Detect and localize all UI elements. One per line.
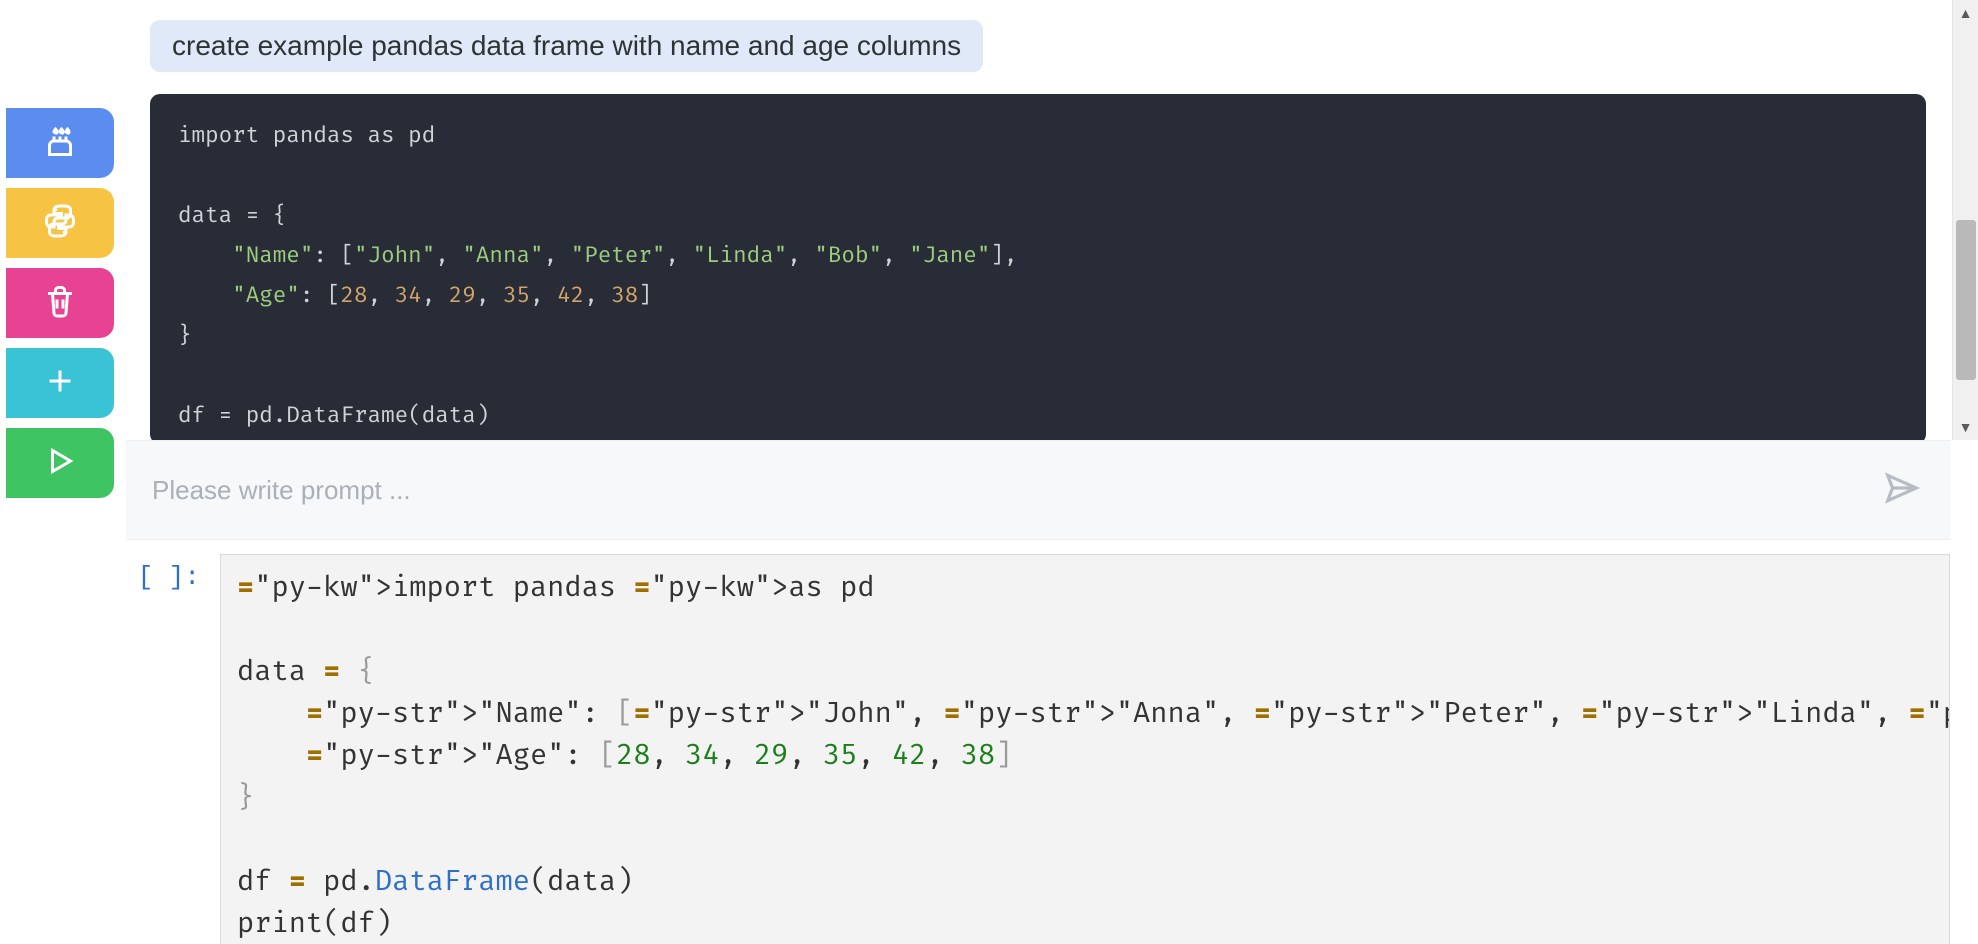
add-button[interactable] bbox=[6, 348, 114, 418]
action-button-column bbox=[6, 108, 114, 498]
assistant-code-response[interactable]: import pandas as pd data = { "Name": ["J… bbox=[150, 94, 1926, 440]
python-icon bbox=[42, 203, 78, 244]
cake-icon bbox=[42, 123, 78, 164]
scroll-thumb[interactable] bbox=[1956, 220, 1976, 380]
scroll-down-arrow[interactable]: ▼ bbox=[1953, 414, 1978, 440]
scrollbar[interactable]: ▲ ▼ bbox=[1952, 0, 1978, 440]
execution-count: [ ]: bbox=[126, 554, 220, 944]
send-button[interactable] bbox=[1880, 468, 1924, 512]
play-icon bbox=[42, 443, 78, 484]
chat-history: create example pandas data frame with na… bbox=[126, 0, 1950, 440]
send-icon bbox=[1883, 469, 1921, 512]
delete-button[interactable] bbox=[6, 268, 114, 338]
prompt-input[interactable] bbox=[152, 475, 1864, 506]
notebook-cell: [ ]: ="py-kw">import pandas ="py-kw">as … bbox=[126, 540, 1950, 944]
cake-button[interactable] bbox=[6, 108, 114, 178]
scroll-up-arrow[interactable]: ▲ bbox=[1953, 0, 1978, 26]
trash-icon bbox=[42, 283, 78, 324]
python-button[interactable] bbox=[6, 188, 114, 258]
prompt-bar bbox=[126, 440, 1950, 540]
user-prompt-chip: create example pandas data frame with na… bbox=[150, 20, 983, 72]
plus-icon bbox=[42, 363, 78, 404]
code-cell-editor[interactable]: ="py-kw">import pandas ="py-kw">as pd da… bbox=[220, 554, 1950, 944]
main-stack: create example pandas data frame with na… bbox=[126, 0, 1950, 944]
run-button[interactable] bbox=[6, 428, 114, 498]
